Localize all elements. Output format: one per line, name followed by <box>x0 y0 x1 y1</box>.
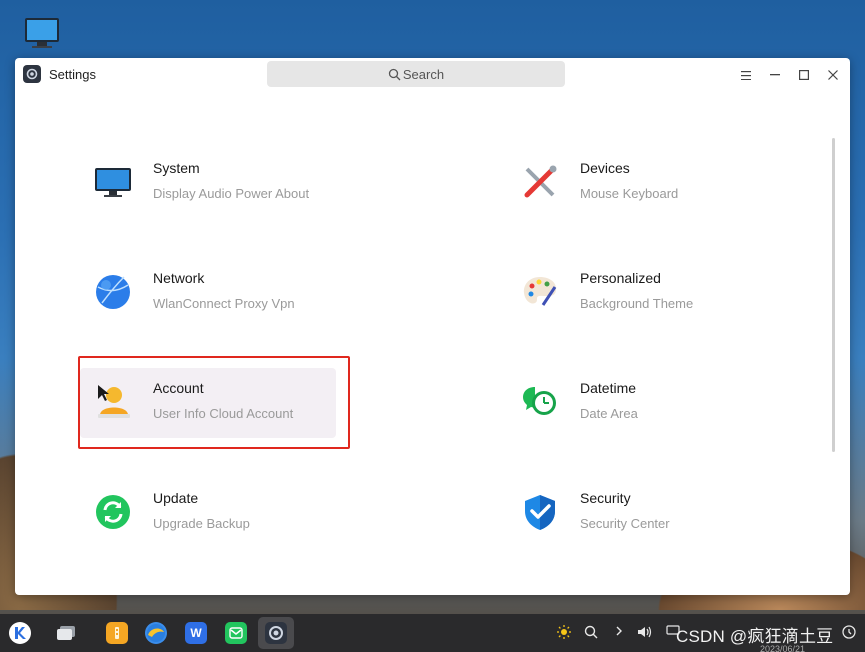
category-system[interactable]: System Display Audio Power About <box>80 148 336 218</box>
search-input[interactable]: Search <box>267 61 565 87</box>
category-security[interactable]: Security Security Center <box>507 478 763 548</box>
taskbar: W CSDN @疯狂滴土豆 2023/06/21 <box>0 614 865 652</box>
category-network[interactable]: Network WlanConnect Proxy Vpn <box>80 258 336 328</box>
volume-icon[interactable] <box>637 625 653 642</box>
refresh-icon <box>94 493 132 531</box>
search-placeholder: Search <box>402 66 445 82</box>
category-subtitle: Security Center <box>580 516 670 531</box>
selection-highlight-box <box>78 356 350 449</box>
maximize-icon[interactable] <box>794 65 814 85</box>
wps-label: W <box>190 626 202 640</box>
category-subtitle: Display Audio Power About <box>153 186 310 201</box>
tools-icon <box>521 163 559 201</box>
search-icon[interactable] <box>584 625 598 642</box>
category-subtitle: Background Theme <box>580 296 694 311</box>
file-manager-icon[interactable] <box>106 622 128 644</box>
category-title: Devices <box>580 160 630 176</box>
category-subtitle: Mouse Keyboard <box>580 186 679 201</box>
palette-icon <box>521 273 559 311</box>
settings-icon[interactable] <box>265 622 287 644</box>
category-subtitle: Date Area <box>580 406 638 421</box>
category-subtitle: Upgrade Backup <box>153 516 250 531</box>
category-title: Security <box>580 490 631 506</box>
notification-icon[interactable] <box>842 625 856 642</box>
titlebar: Settings Search <box>15 58 850 92</box>
category-personalized[interactable]: Personalized Background Theme <box>507 258 763 328</box>
category-title: Network <box>153 270 205 286</box>
category-datetime[interactable]: Datetime Date Area <box>507 368 763 438</box>
chevron-right-icon[interactable] <box>614 625 624 640</box>
clock-icon <box>521 383 559 421</box>
category-title: Update <box>153 490 199 506</box>
wechat-icon[interactable] <box>225 622 247 644</box>
category-title: Datetime <box>580 380 637 396</box>
monitor-icon <box>94 163 132 201</box>
hamburger-icon[interactable] <box>736 65 756 85</box>
clock-date: 2023/06/21 <box>760 644 806 652</box>
category-title: System <box>153 160 200 176</box>
minimize-icon[interactable] <box>765 65 785 85</box>
csdn-watermark: CSDN @疯狂滴土豆 <box>676 627 834 646</box>
settings-window: Settings Search System Display Audio Pow… <box>15 58 850 595</box>
browser-icon[interactable] <box>145 622 167 644</box>
category-title: Personalized <box>580 270 661 286</box>
settings-app-icon <box>23 65 41 83</box>
brightness-icon[interactable] <box>557 625 571 642</box>
close-icon[interactable] <box>823 65 843 85</box>
scrollbar[interactable] <box>832 138 835 452</box>
computer-desktop-icon[interactable] <box>22 16 62 50</box>
start-menu-icon[interactable] <box>9 622 31 644</box>
wps-office-icon[interactable]: W <box>185 622 207 644</box>
category-subtitle: WlanConnect Proxy Vpn <box>153 296 295 311</box>
window-title: Settings <box>49 67 96 82</box>
category-devices[interactable]: Devices Mouse Keyboard <box>507 148 763 218</box>
multitask-view-icon[interactable] <box>55 622 77 644</box>
category-update[interactable]: Update Upgrade Backup <box>80 478 336 548</box>
search-icon <box>388 68 401 80</box>
globe-icon <box>94 273 132 311</box>
shield-icon <box>521 493 559 531</box>
